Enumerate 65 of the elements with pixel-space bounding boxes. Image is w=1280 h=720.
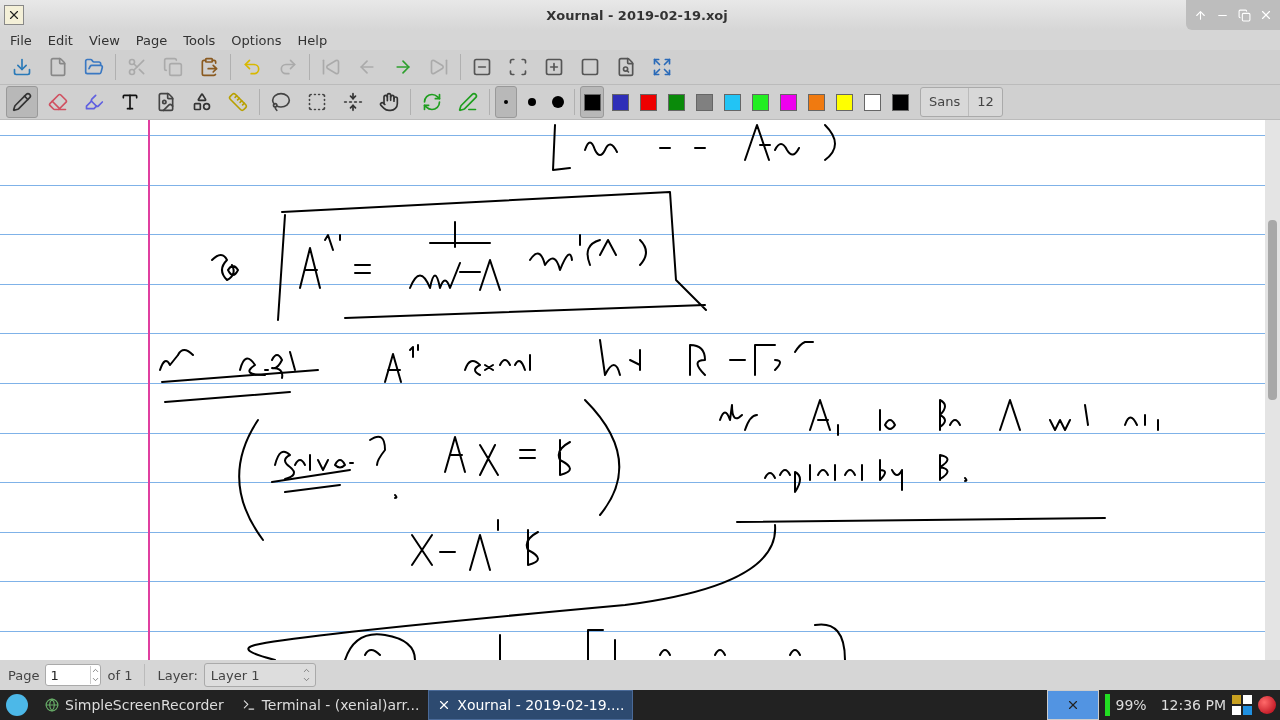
- vertical-space-icon: [343, 92, 363, 112]
- menu-item[interactable]: File: [2, 32, 40, 48]
- page-total: of 1: [107, 667, 133, 683]
- copy-icon: [163, 57, 183, 77]
- scissors-icon: [127, 57, 147, 77]
- normal-size-icon: [580, 57, 600, 77]
- hand-icon: [379, 92, 399, 112]
- up-caret-icon: [301, 666, 311, 675]
- layer-dropdown[interactable]: Layer 1: [203, 663, 316, 687]
- menu-item[interactable]: Tools: [175, 32, 224, 48]
- zoom-in-icon: [544, 57, 564, 77]
- globe-icon: [45, 698, 59, 712]
- ruler-icon: [228, 92, 248, 112]
- menu-item[interactable]: Help: [289, 32, 336, 48]
- undo-icon: [242, 57, 262, 77]
- clipboard-icon: [199, 57, 219, 77]
- text-tool-icon: [120, 92, 140, 112]
- menu-item[interactable]: Page: [127, 32, 176, 48]
- menu-item[interactable]: View: [80, 32, 128, 48]
- shapes-icon: [192, 92, 212, 112]
- taskbar-button[interactable]: Terminal - (xenial)arr...: [232, 690, 429, 720]
- battery-percent: 99%: [1115, 697, 1147, 713]
- app-icon[interactable]: [4, 5, 24, 25]
- refresh-icon: [422, 92, 442, 112]
- clock: 12:36 PM: [1160, 697, 1226, 713]
- down-caret-icon: [301, 675, 311, 684]
- record-icon[interactable]: [1258, 696, 1276, 714]
- menu-item[interactable]: Options: [223, 32, 290, 48]
- color-button[interactable]: [580, 86, 604, 118]
- down-caret-icon[interactable]: [91, 675, 101, 684]
- taskbar-button[interactable]: Xournal - 2019-02-19....: [428, 690, 634, 720]
- page-search-icon: [616, 57, 636, 77]
- tray-app-button[interactable]: [1046, 690, 1099, 720]
- scrollbar[interactable]: [1265, 120, 1280, 660]
- pencil-icon: [12, 92, 32, 112]
- terminal-icon: [241, 698, 256, 712]
- first-page-icon: [321, 57, 341, 77]
- fullscreen-icon: [652, 57, 672, 77]
- battery-icon: [1104, 694, 1110, 716]
- zoom-fit-icon: [508, 57, 528, 77]
- eraser-icon: [48, 92, 68, 112]
- workspace-icon[interactable]: [1232, 695, 1252, 715]
- folder-icon: [84, 57, 104, 77]
- font-size: 12: [976, 93, 995, 111]
- start-button[interactable]: [6, 694, 28, 716]
- new-page-icon: [48, 57, 68, 77]
- font-name: Sans: [921, 88, 970, 116]
- window-title: Xournal - 2019-02-19.xoj: [545, 7, 729, 23]
- last-page-icon: [429, 57, 449, 77]
- redo-icon: [278, 57, 298, 77]
- highlighter-icon: [84, 92, 104, 112]
- layer-label: Layer:: [157, 667, 198, 683]
- taskbar-button[interactable]: SimpleScreenRecorder: [36, 690, 233, 720]
- font-button[interactable]: Sans 12: [920, 87, 1003, 117]
- page-field[interactable]: 1: [45, 664, 102, 686]
- lasso-icon: [271, 92, 291, 112]
- default-pen-icon: [458, 92, 478, 112]
- menu-item[interactable]: Edit: [39, 32, 81, 48]
- save-icon: [12, 57, 32, 77]
- pencil-button[interactable]: [6, 86, 38, 118]
- up-caret-icon[interactable]: [91, 666, 101, 675]
- rectangle-select-icon: [307, 92, 327, 112]
- zoom-out-icon: [472, 57, 492, 77]
- page-label: Page: [8, 667, 40, 683]
- image-icon: [156, 92, 176, 112]
